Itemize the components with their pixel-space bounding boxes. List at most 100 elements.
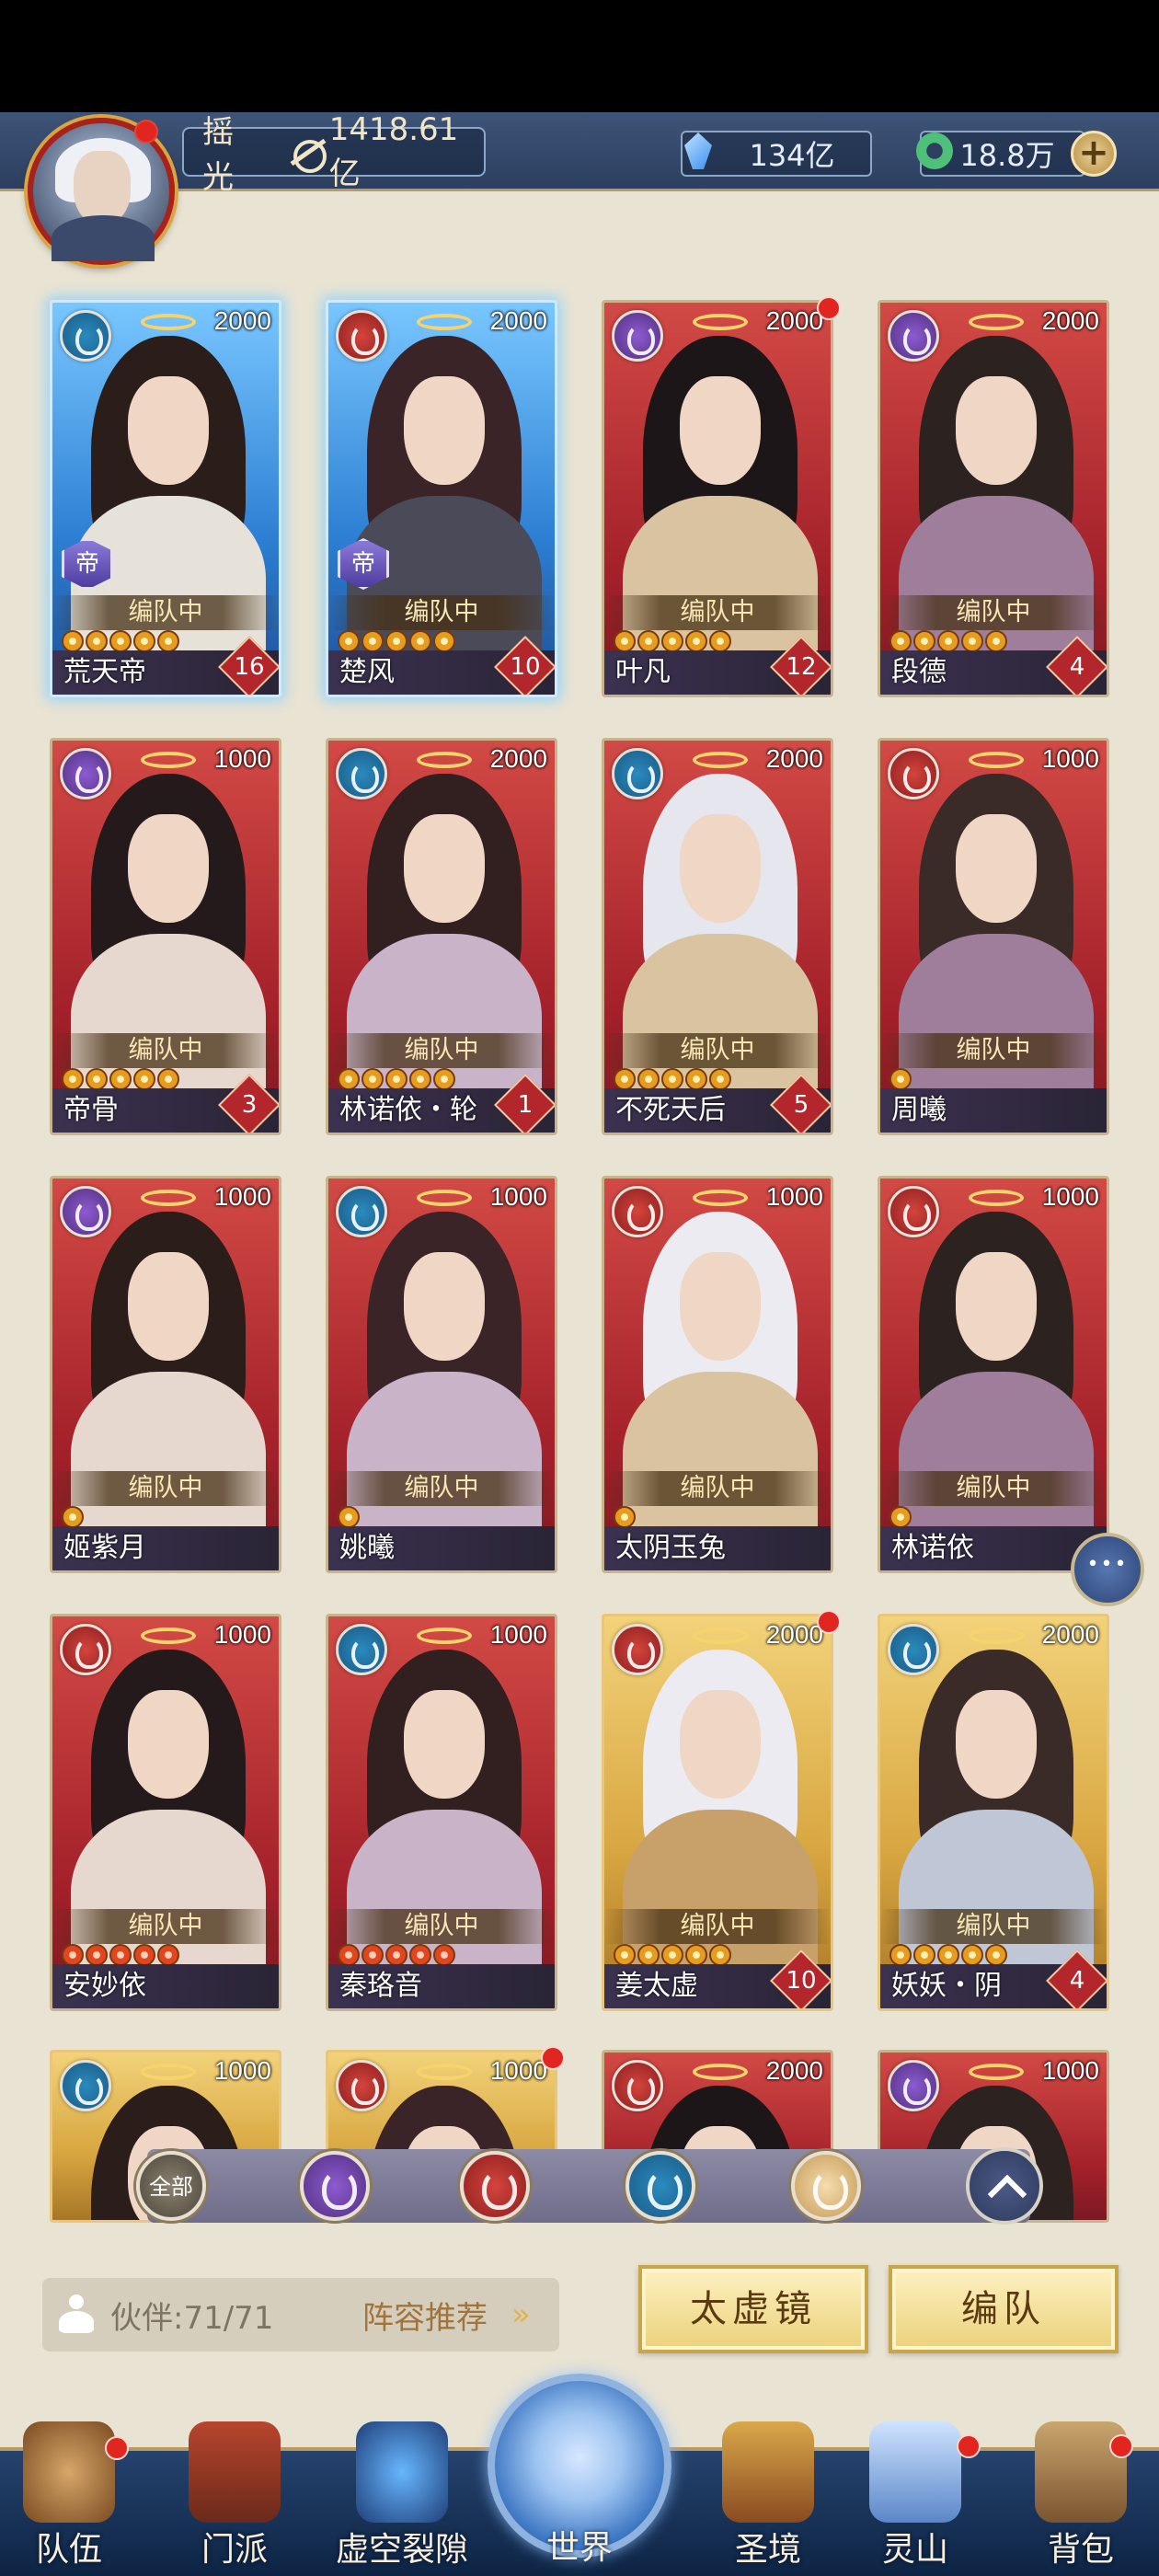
hero-card[interactable]: 1000 编队中 帝骨 3	[50, 738, 281, 1135]
in-formation-label: 编队中	[52, 1033, 279, 1068]
chevron-up-icon[interactable]	[966, 2147, 1043, 2225]
player-name: 摇光	[202, 114, 239, 196]
hero-cost: 1000	[765, 1182, 823, 1211]
nav-spirit-label: 灵山	[881, 2531, 948, 2569]
in-formation-label: 编队中	[328, 1033, 555, 1068]
hero-card[interactable]: 2000 编队中 妖妖・阴 4	[878, 1614, 1109, 2011]
hero-card[interactable]: 1000 编队中姚曦	[326, 1176, 557, 1573]
nav-team-label: 队伍	[35, 2531, 102, 2569]
hero-cost: 2000	[489, 744, 547, 773]
in-formation-label: 编队中	[52, 1909, 279, 1944]
filter-wind-icon[interactable]	[625, 2151, 695, 2221]
hero-card[interactable]: 2000 编队中 姜太虚 10	[602, 1614, 833, 2011]
partner-icon	[57, 2294, 96, 2335]
hero-card[interactable]: 1000 编队中 姬紫月	[50, 1176, 281, 1573]
hero-card[interactable]: 1000 编队中 周曦	[878, 738, 1109, 1135]
star-icon	[985, 630, 1007, 652]
filter-all-label: 全部	[149, 2174, 193, 2200]
nav-bag-dot	[1109, 2434, 1133, 2458]
nav-rift[interactable]: 虚空裂隙	[324, 2421, 480, 2576]
formation-button[interactable]: 编队	[889, 2265, 1119, 2353]
hero-name: 荒天帝	[63, 656, 146, 688]
in-formation-label: 编队中	[604, 595, 831, 630]
hero-cost: 2000	[765, 2056, 823, 2085]
fire-element-icon	[336, 2060, 387, 2111]
void-element-icon	[888, 2060, 939, 2111]
wind-element-icon	[612, 748, 663, 799]
hero-card[interactable]: 2000 帝编队中 楚风 10	[326, 300, 557, 697]
fire-element-icon	[336, 310, 387, 362]
hero-card[interactable]: 1000 编队中林诺依	[878, 1176, 1109, 1573]
element-filter-bar	[147, 2149, 1030, 2223]
hero-card[interactable]: 2000 编队中 段德 4	[878, 300, 1109, 697]
hero-cost: 2000	[765, 744, 823, 773]
in-formation-label: 编队中	[604, 1033, 831, 1068]
in-formation-label: 编队中	[880, 1471, 1107, 1506]
hero-card[interactable]: 2000 编队中 林诺依・轮 1	[326, 738, 557, 1135]
crystal-icon	[675, 127, 723, 175]
hero-name: 妖妖・阴	[891, 1970, 1002, 2002]
hero-name: 帝骨	[63, 1094, 119, 1126]
filter-void-icon[interactable]	[300, 2151, 370, 2221]
filter-fire-icon[interactable]	[460, 2151, 530, 2221]
hero-card[interactable]: 1000 编队中 秦珞音	[326, 1614, 557, 2011]
hero-name: 姚曦	[339, 1532, 395, 1564]
star-icon	[961, 630, 983, 652]
star-icon	[409, 630, 431, 652]
hero-card[interactable]: 2000 编队中 不死天后 5	[602, 738, 833, 1135]
lineup-recommend-link[interactable]: 阵容推荐	[362, 2293, 488, 2338]
nav-rift-label: 虚空裂隙	[335, 2531, 468, 2569]
filter-all-button[interactable]: 全部	[136, 2151, 206, 2221]
in-formation-label: 编队中	[328, 1471, 555, 1506]
fire-element-icon	[612, 2060, 663, 2111]
nav-world[interactable]: 世界	[476, 2374, 683, 2576]
add-jade-button[interactable]: +	[1071, 131, 1117, 177]
hero-cost: 2000	[765, 306, 823, 335]
chat-icon[interactable]	[1071, 1533, 1144, 1606]
filter-light-icon[interactable]	[791, 2151, 861, 2221]
hero-card[interactable]: 1000 编队中安妙依	[50, 1614, 281, 2011]
hero-name: 安妙依	[63, 1970, 146, 2002]
card-notification-dot	[541, 2046, 565, 2070]
in-formation-label: 编队中	[328, 1909, 555, 1944]
nav-holy-label: 圣境	[734, 2531, 801, 2569]
in-formation-label: 编队中	[880, 1909, 1107, 1944]
hero-name: 姬紫月	[63, 1532, 146, 1564]
wind-element-icon	[336, 1624, 387, 1675]
void-element-icon	[612, 310, 663, 362]
hero-name: 叶凡	[615, 656, 671, 688]
nav-bag-label: 背包	[1047, 2531, 1114, 2569]
wind-element-icon	[60, 2060, 111, 2111]
avatar-notification-dot	[134, 120, 158, 144]
hero-cost: 1000	[489, 1620, 547, 1649]
hero-cost: 1000	[1041, 1182, 1099, 1211]
void-element-icon	[888, 310, 939, 362]
hero-name: 太阴玉兔	[615, 1532, 726, 1564]
status-strip	[0, 0, 1159, 112]
taixu-mirror-button[interactable]: 太虚镜	[638, 2265, 868, 2353]
hero-card[interactable]: 2000 帝编队中 荒天帝 16	[50, 300, 281, 697]
hero-name: 林诺依	[891, 1532, 974, 1564]
star-icon	[433, 1944, 455, 1966]
sect-icon	[189, 2421, 281, 2523]
hero-card[interactable]: 1000 编队中 太阴玉兔	[602, 1176, 833, 1573]
hero-cost: 2000	[1041, 306, 1099, 335]
in-formation-label: 编队中	[52, 1471, 279, 1506]
card-notification-dot	[817, 1610, 841, 1634]
nav-world-label: 世界	[545, 2529, 613, 2567]
in-formation-label: 编队中	[880, 595, 1107, 630]
wind-element-icon	[60, 310, 111, 362]
hero-cost: 1000	[213, 1620, 271, 1649]
hero-cost: 1000	[1041, 2056, 1099, 2085]
partner-count: 伙伴:71/71	[110, 2300, 274, 2337]
nav-sect[interactable]: 门派	[166, 2421, 304, 2576]
void-element-icon	[60, 748, 111, 799]
nav-holy[interactable]: 圣境	[699, 2421, 837, 2576]
hero-cost: 1000	[213, 2056, 271, 2085]
hero-card[interactable]: 2000 编队中 叶凡 12	[602, 300, 833, 697]
in-formation-label: 编队中	[604, 1909, 831, 1944]
hero-cost: 2000	[489, 306, 547, 335]
double-chevron-right-icon[interactable]: »	[511, 2296, 531, 2333]
hero-cost: 1000	[489, 1182, 547, 1211]
hero-name: 不死天后	[615, 1094, 726, 1126]
